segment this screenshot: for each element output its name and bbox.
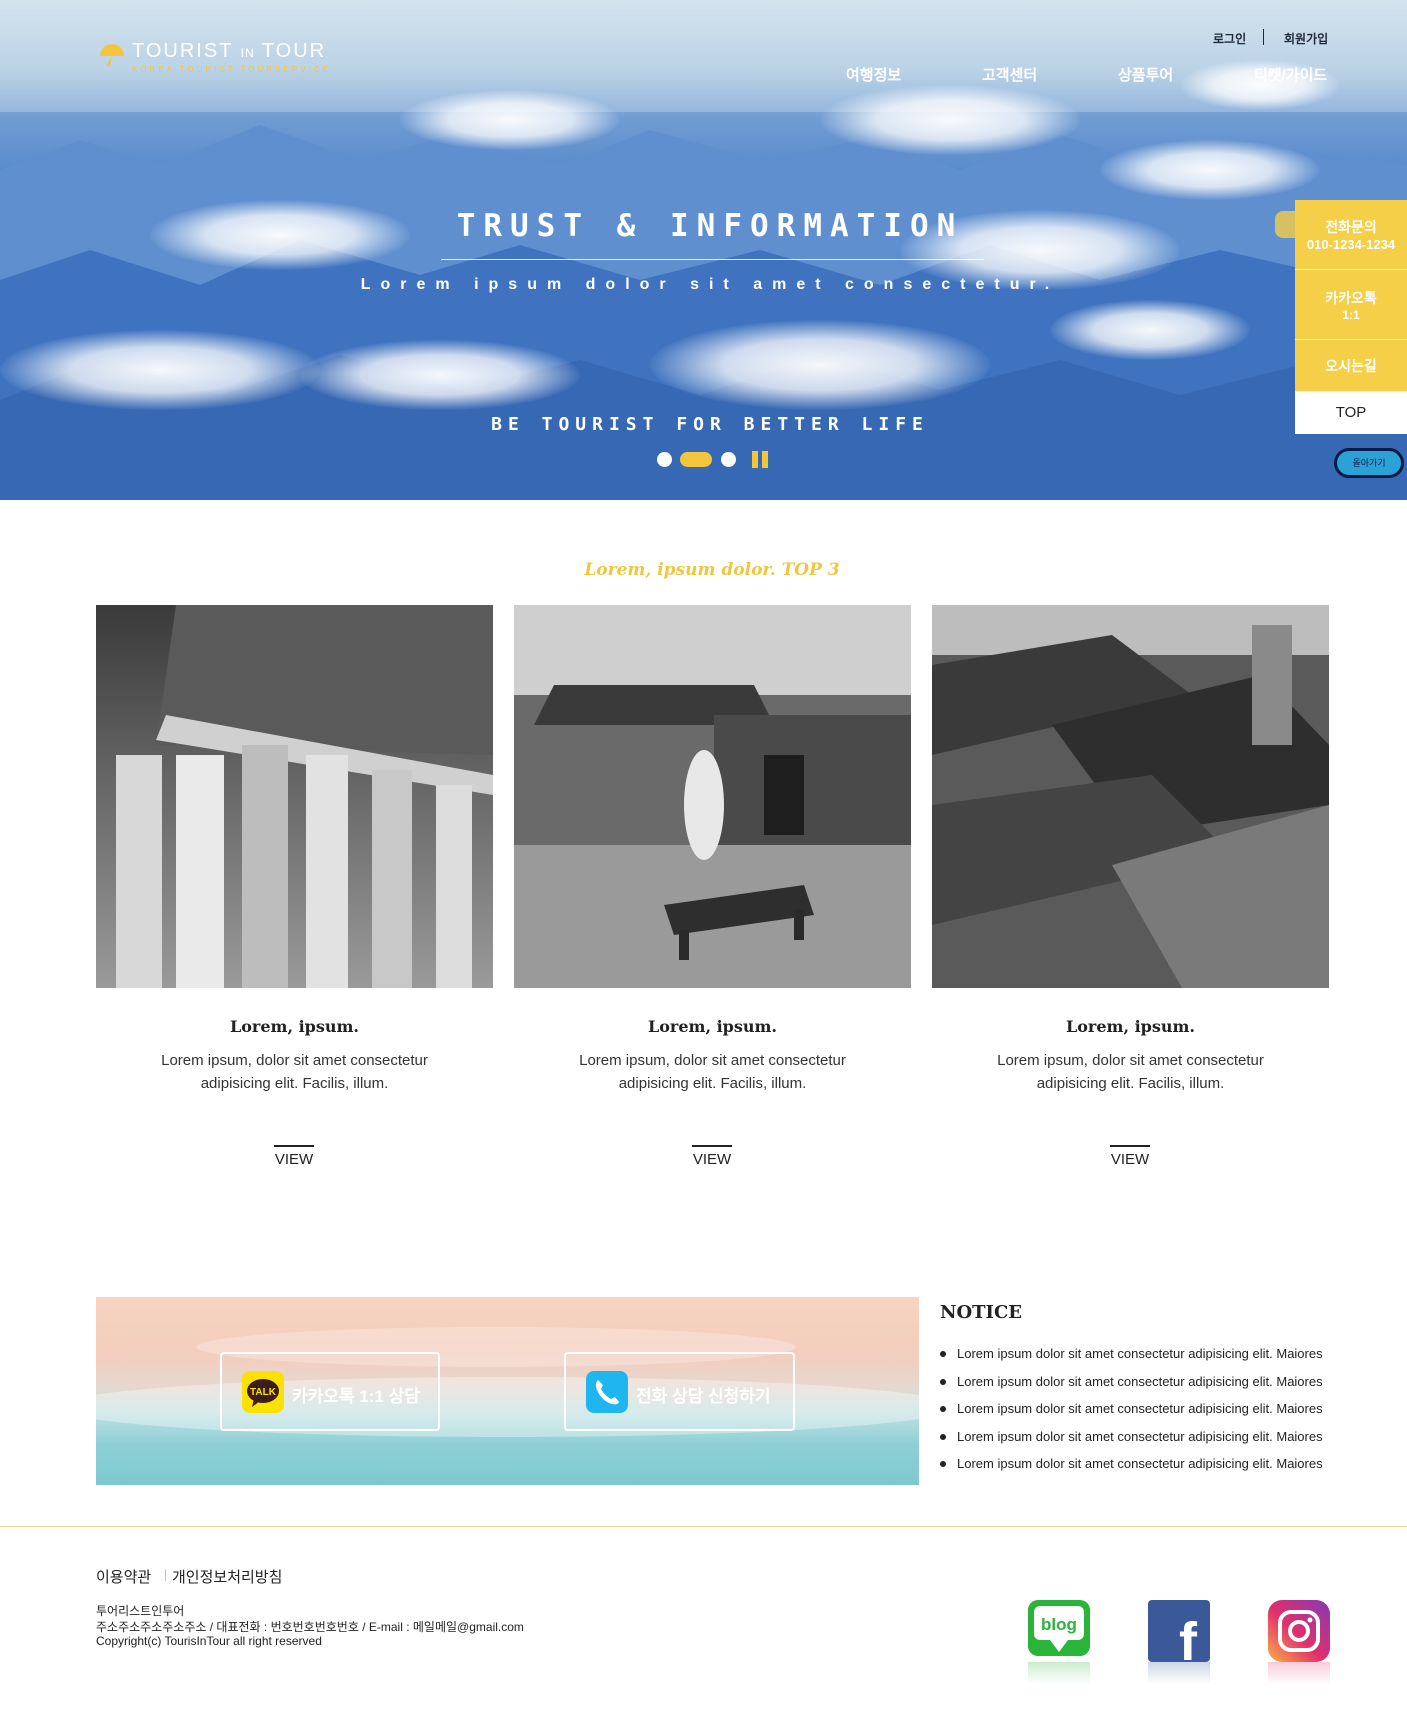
- notice-list: Lorem ipsum dolor sit amet consectetur a…: [940, 1346, 1340, 1484]
- card-description: Lorem ipsum, dolor sit amet consectetur …: [579, 1052, 846, 1092]
- quick-directions-label: 오시는길: [1325, 357, 1377, 374]
- phone-consult-label: 전화 상담 신청하기: [636, 1387, 771, 1406]
- hero-subtitle: Lorem ipsum dolor sit amet consectetur.: [360, 276, 1060, 293]
- view-divider: [274, 1145, 314, 1147]
- card-title: Lorem, ipsum.: [1065, 1017, 1195, 1036]
- quick-phone-button[interactable]: 전화문의 010-1234-1234: [1295, 200, 1407, 270]
- view-link[interactable]: VIEW: [1080, 1151, 1180, 1168]
- company-address: 주소주소주소주소주소 / 대표전화 : 번호번호번호번호 / E-mail : …: [96, 1620, 524, 1634]
- instagram-icon-reflection: [1268, 1662, 1330, 1684]
- card-description: Lorem ipsum, dolor sit amet consectetur …: [161, 1052, 428, 1092]
- phone-icon: [586, 1371, 628, 1413]
- quick-kakao-label: 카카오톡: [1325, 289, 1377, 306]
- notice-title: NOTICE: [940, 1302, 1022, 1323]
- notice-item[interactable]: Lorem ipsum dolor sit amet consectetur a…: [940, 1374, 1340, 1402]
- quick-top-label: TOP: [1335, 404, 1367, 421]
- logo-mark-icon: [100, 44, 124, 66]
- site-logo[interactable]: TOURIST IN TOUR KOREA TOURIST TOURSERVIC…: [98, 38, 338, 78]
- svg-text:blog: blog: [1041, 1615, 1077, 1634]
- facebook-icon[interactable]: f: [1148, 1600, 1210, 1662]
- footer-link-divider: [165, 1569, 166, 1581]
- nav-item-travel-info[interactable]: 여행정보: [846, 64, 901, 85]
- instagram-icon[interactable]: [1268, 1600, 1330, 1662]
- terms-link[interactable]: 이용약관: [96, 1566, 151, 1587]
- copyright: Copyright(c) TourisInTour all right rese…: [96, 1634, 322, 1648]
- svg-text:TALK: TALK: [250, 1387, 277, 1398]
- consult-banner: TALK 카카오톡 1:1 상담 전화 상담 신청하기: [96, 1297, 919, 1485]
- nav-item-ticket-guide[interactable]: 티켓/가이드: [1254, 64, 1327, 85]
- quick-kakao-sub: 1:1: [1342, 307, 1360, 322]
- notice-item[interactable]: Lorem ipsum dolor sit amet consectetur a…: [940, 1346, 1340, 1374]
- view-divider: [1110, 1145, 1150, 1147]
- back-button[interactable]: 돌아가기: [1334, 448, 1404, 478]
- pause-icon[interactable]: [752, 451, 770, 468]
- kakao-talk-icon: TALK: [242, 1371, 284, 1413]
- hero-slogan: BE TOURIST FOR BETTER LIFE: [491, 414, 929, 435]
- card-photo-rooftops[interactable]: [932, 605, 1329, 988]
- hero-banner: TOURIST IN TOUR KOREA TOURIST TOURSERVIC…: [0, 0, 1407, 500]
- company-name: 투어리스트인투어: [96, 1604, 185, 1618]
- card-title: Lorem, ipsum.: [229, 1017, 359, 1036]
- hero-title: TRUST & INFORMATION: [456, 208, 964, 244]
- card-photo-temple-columns[interactable]: [96, 605, 493, 988]
- top3-section-title: Lorem, ipsum dolor. TOP 3: [584, 560, 840, 580]
- hero-divider: [441, 259, 984, 260]
- facebook-icon-reflection: [1148, 1662, 1210, 1684]
- nav-item-product-tour[interactable]: 상품투어: [1118, 64, 1173, 85]
- notice-item[interactable]: Lorem ipsum dolor sit amet consectetur a…: [940, 1429, 1340, 1457]
- view-link[interactable]: VIEW: [244, 1151, 344, 1168]
- quick-kakao-button[interactable]: 카카오톡 1:1: [1295, 270, 1407, 340]
- slide-dot-1[interactable]: [657, 452, 672, 467]
- view-divider: [692, 1145, 732, 1147]
- card-description: Lorem ipsum, dolor sit amet consectetur …: [997, 1052, 1264, 1092]
- blog-icon-reflection: [1028, 1662, 1090, 1684]
- quick-menu-toggle[interactable]: [1275, 211, 1297, 238]
- card-title: Lorem, ipsum.: [647, 1017, 777, 1036]
- view-link[interactable]: VIEW: [662, 1151, 762, 1168]
- quick-phone-label: 전화문의: [1325, 219, 1377, 235]
- privacy-link[interactable]: 개인정보처리방침: [172, 1566, 282, 1587]
- join-link[interactable]: 회원가입: [1284, 30, 1328, 47]
- notice-item[interactable]: Lorem ipsum dolor sit amet consectetur a…: [940, 1456, 1340, 1484]
- slide-dot-3[interactable]: [721, 452, 736, 467]
- nav-item-customer-center[interactable]: 고객센터: [982, 64, 1037, 85]
- blog-icon[interactable]: blog: [1028, 1600, 1090, 1662]
- card-photo-palace-courtyard[interactable]: [514, 605, 911, 988]
- quick-top-button[interactable]: TOP: [1295, 392, 1407, 434]
- phone-consult-button[interactable]: 전화 상담 신청하기: [564, 1352, 795, 1431]
- login-link[interactable]: 로그인: [1213, 30, 1246, 47]
- quick-directions-button[interactable]: 오시는길: [1295, 340, 1407, 392]
- quick-phone-number: 010-1234-1234: [1306, 237, 1396, 252]
- utility-divider: [1263, 29, 1264, 45]
- kakao-consult-button[interactable]: TALK 카카오톡 1:1 상담: [220, 1352, 440, 1431]
- footer-divider: [0, 1526, 1407, 1527]
- svg-text:f: f: [1179, 1612, 1198, 1662]
- kakao-consult-label: 카카오톡 1:1 상담: [292, 1387, 420, 1406]
- notice-item[interactable]: Lorem ipsum dolor sit amet consectetur a…: [940, 1401, 1340, 1429]
- logo-text: TOURIST IN TOUR: [132, 40, 327, 62]
- logo-tagline: KOREA TOURIST TOURSERVICE: [132, 65, 332, 74]
- slide-dot-2-active[interactable]: [680, 452, 712, 467]
